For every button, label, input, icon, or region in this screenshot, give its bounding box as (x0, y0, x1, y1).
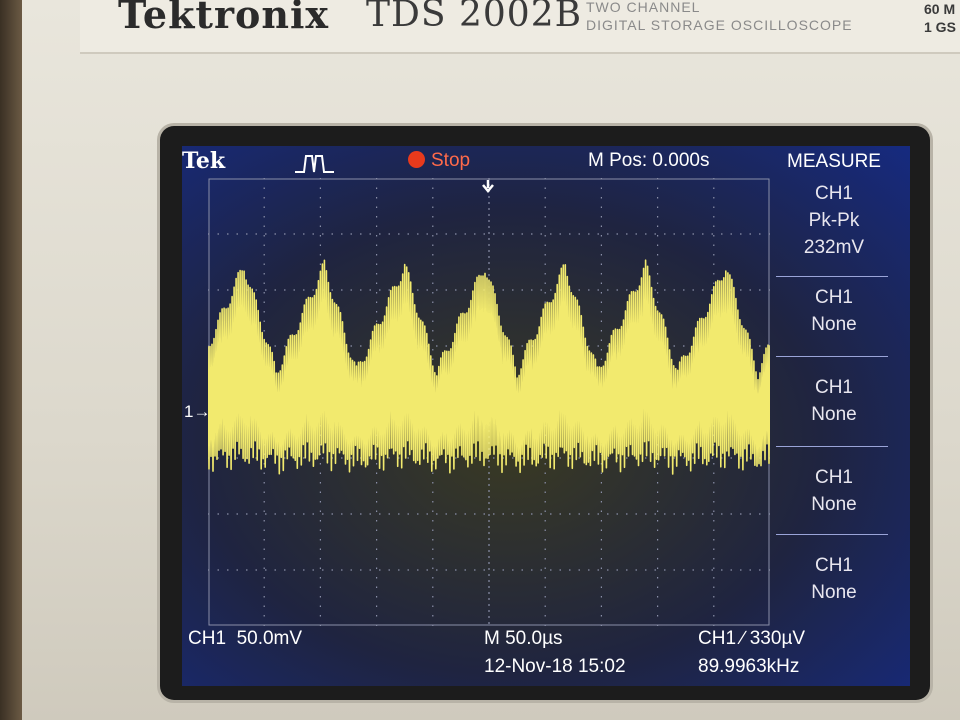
menu-divider (776, 446, 888, 447)
measure-4-source: CH1 (814, 467, 853, 488)
measure-2-type: None (811, 314, 857, 335)
channel-marker-arrow-icon: → (193, 402, 211, 421)
measure-1-source: CH1 (814, 183, 853, 204)
oscilloscope-screen: Tek Stop M Pos: 0.000s 1→ MEASURE CH1 Pk… (182, 146, 910, 686)
menu-title: MEASURE (787, 151, 881, 172)
brand-label: Tektronix (118, 0, 330, 37)
channel-1-marker: 1→ (184, 402, 210, 422)
menu-divider (776, 356, 888, 357)
ch1-scale-readout: CH1 50.0mV (188, 628, 302, 650)
measure-slot-4[interactable]: CH1 None (772, 464, 896, 518)
model-description-line2: DIGITAL STORAGE OSCILLOSCOPE (586, 17, 853, 33)
menu-divider (776, 276, 888, 277)
tek-logo: Tek (182, 148, 226, 174)
measure-5-source: CH1 (814, 555, 853, 576)
run-status-label: Stop (431, 150, 471, 171)
measure-1-value: 232mV (803, 237, 865, 258)
measure-slot-3[interactable]: CH1 None (772, 374, 896, 428)
frequency-readout: 89.9963kHz (698, 656, 800, 677)
date-time-readout: 12-Nov-18 15:02 (484, 656, 626, 677)
ch1-scale-label: CH1 (188, 628, 227, 649)
measure-4-type: None (811, 494, 857, 515)
measure-1-type: Pk-Pk (808, 210, 860, 231)
measure-slot-1[interactable]: CH1 Pk-Pk 232mV (772, 180, 896, 261)
measure-2-source: CH1 (814, 287, 853, 308)
measure-menu: MEASURE CH1 Pk-Pk 232mV CH1 None CH1 Non… (772, 151, 896, 646)
graticule (208, 178, 770, 626)
spec-line1: 60 M (924, 1, 956, 17)
ch1-waveform-trace (208, 259, 770, 475)
timebase-readout: M 50.0µs (484, 628, 563, 649)
measure-3-type: None (811, 404, 857, 425)
m-pos-readout: M Pos: 0.000s (588, 150, 710, 171)
menu-divider (776, 534, 888, 535)
ch1-scale-value: 50.0mV (236, 628, 303, 649)
pulse-icon (295, 155, 334, 173)
model-description-line1: TWO CHANNEL (586, 0, 701, 15)
trigger-position-arrow-icon (482, 180, 494, 193)
measure-5-type: None (811, 582, 857, 603)
measure-slot-2[interactable]: CH1 None (772, 284, 896, 338)
model-label: TDS 2002B (366, 0, 583, 35)
model-description: TWO CHANNEL DIGITAL STORAGE OSCILLOSCOPE (586, 0, 853, 34)
measure-slot-5[interactable]: CH1 None (772, 552, 896, 606)
trigger-readout: CH1 ∕ 330µV (698, 628, 806, 649)
measure-3-source: CH1 (814, 377, 853, 398)
instrument-side (0, 0, 22, 720)
stop-indicator-icon (408, 151, 425, 168)
spec-line2: 1 GS (924, 19, 956, 35)
run-status[interactable]: Stop (408, 150, 470, 172)
spec-label: 60 M 1 GS (924, 0, 956, 36)
